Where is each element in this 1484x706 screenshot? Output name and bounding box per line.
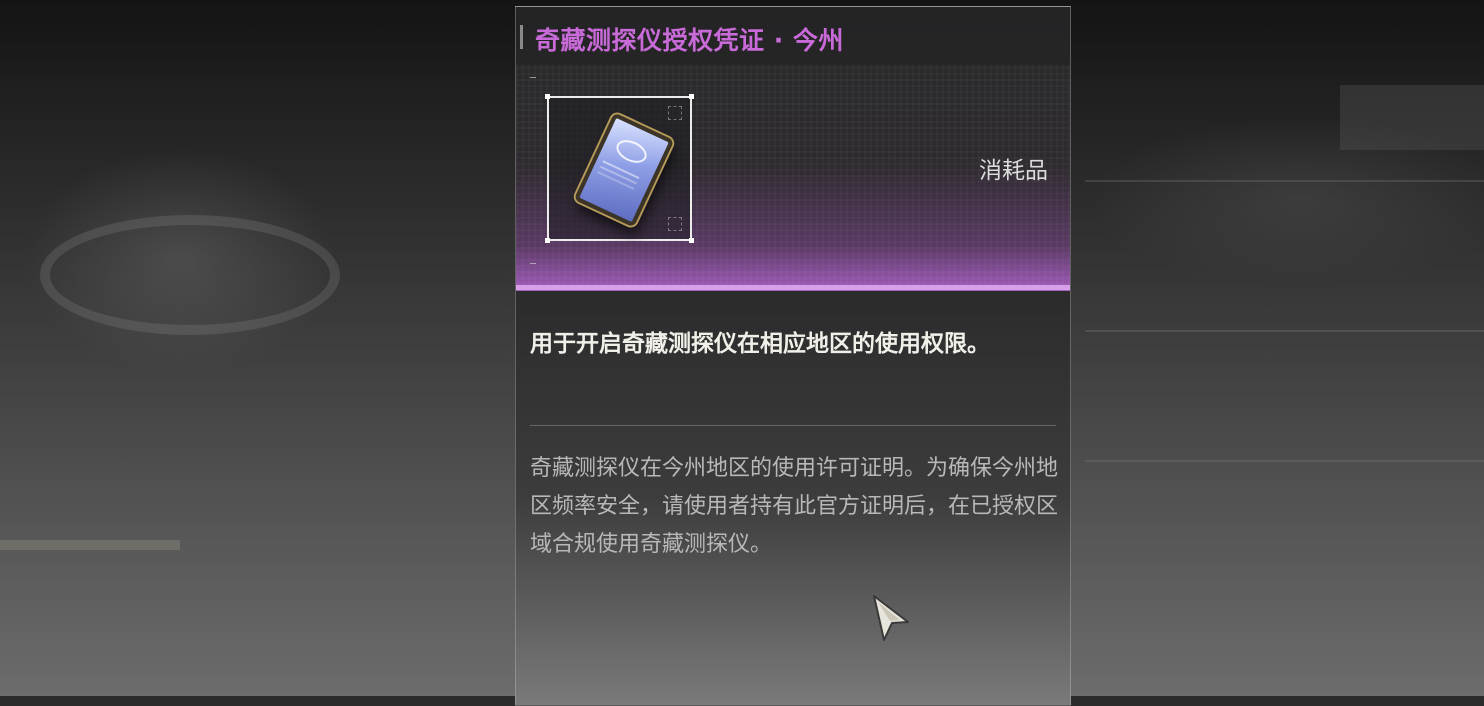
- item-icon-frame: [545, 94, 694, 243]
- qr-mark-icon: [668, 217, 682, 231]
- item-tooltip-card: 奇藏测探仪授权凭证 · 今州 消耗品 用于开启奇藏测探仪在相应地区的使用权限。 …: [515, 6, 1071, 706]
- rarity-bar: [516, 285, 1070, 290]
- background-progress-bar: [0, 540, 180, 550]
- corner-tick: [530, 263, 536, 264]
- title-accent-mark: [520, 25, 523, 49]
- background-button: [1340, 85, 1484, 150]
- item-summary: 用于开启奇藏测探仪在相应地区的使用权限。: [530, 331, 990, 357]
- background-emblem: [40, 215, 340, 335]
- corner-tick: [530, 77, 536, 78]
- frame-corner: [689, 238, 694, 243]
- item-name: 奇藏测探仪授权凭证 · 今州: [535, 26, 844, 55]
- frame-corner: [689, 94, 694, 99]
- background-divider: [1085, 330, 1484, 332]
- qr-mark-icon: [668, 106, 682, 120]
- background-divider: [1085, 460, 1484, 462]
- frame-corner: [545, 94, 550, 99]
- background-divider: [1085, 180, 1484, 182]
- frame-corner: [545, 238, 550, 243]
- tooltip-title-row: 奇藏测探仪授权凭证 · 今州: [516, 7, 1070, 65]
- section-divider: [530, 425, 1056, 426]
- item-category: 消耗品: [979, 158, 1048, 184]
- mouse-pointer-icon: [873, 595, 909, 641]
- authorization-voucher-card-icon: [573, 112, 675, 228]
- item-description: 奇藏测探仪在今州地区的使用许可证明。为确保今州地区频率安全，请使用者持有此官方证…: [530, 456, 1059, 557]
